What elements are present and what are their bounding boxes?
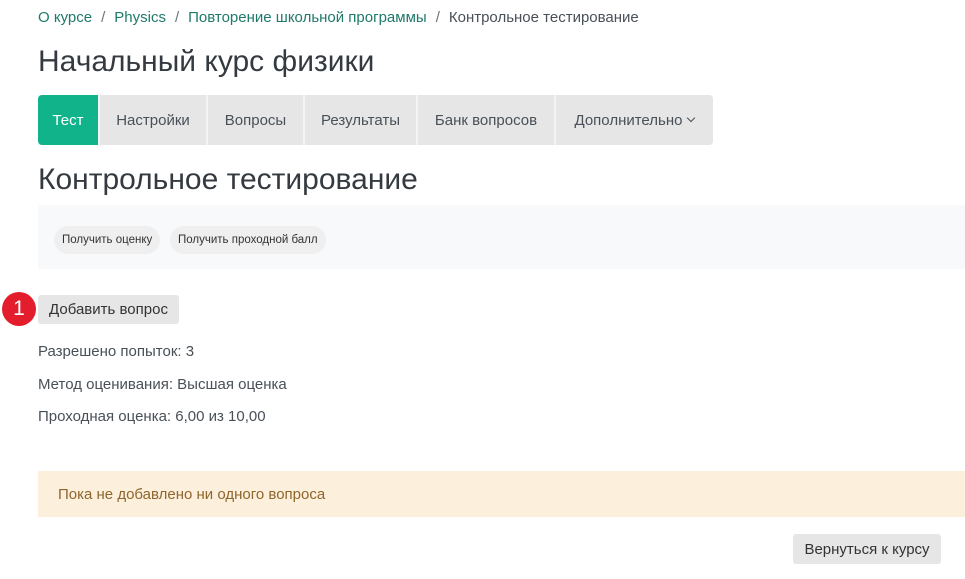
passing-grade-info: Проходная оценка: 6,00 из 10,00 (38, 408, 266, 425)
tab-label: Банк вопросов (434, 111, 538, 129)
page-title: Начальный курс физики (38, 45, 375, 78)
breadcrumb-separator: / (101, 8, 106, 26)
breadcrumb-link-course[interactable]: О курсе (38, 9, 92, 26)
breadcrumb-link-section[interactable]: Повторение школьной программы (188, 9, 427, 26)
breadcrumb-current: Контрольное тестирование (448, 8, 639, 26)
tab-settings[interactable]: Настройки (100, 95, 208, 145)
attempts-info: Разрешено попыток: 3 (38, 343, 195, 360)
grading-method-info: Метод оценивания: Высшая оценка (38, 376, 287, 393)
get-passing-grade-button[interactable]: Получить проходной балл (170, 226, 326, 254)
page: О курсе / Physics / Повторение школьной … (0, 0, 965, 579)
annotation-badge: 1 (2, 292, 36, 326)
chevron-down-icon (687, 113, 696, 123)
tab-quiz[interactable]: Тест (38, 95, 100, 145)
no-questions-alert: Пока не добавлено ни одного вопроса (38, 471, 965, 517)
add-question-button[interactable]: Добавить вопрос (38, 295, 179, 324)
breadcrumb-separator: / (435, 8, 440, 26)
breadcrumb: О курсе / Physics / Повторение школьной … (38, 7, 639, 27)
back-to-course-button[interactable]: Вернуться к курсу (793, 534, 941, 564)
tab-bar: Тест Настройки Вопросы Результаты Банк в… (38, 95, 713, 145)
get-grade-button[interactable]: Получить оценку (54, 226, 161, 254)
tab-questions[interactable]: Вопросы (208, 95, 305, 145)
tab-label: Результаты (321, 111, 400, 129)
tab-label: Вопросы (224, 111, 287, 129)
tab-label: Настройки (116, 111, 190, 129)
tab-label: Дополнительно (574, 111, 683, 129)
tab-question-bank[interactable]: Банк вопросов (418, 95, 556, 145)
tab-label: Тест (52, 111, 84, 129)
tab-more[interactable]: Дополнительно (556, 95, 713, 145)
breadcrumb-link-physics[interactable]: Physics (114, 9, 166, 26)
alert-text: Пока не добавлено ни одного вопроса (58, 485, 326, 503)
section-title: Контрольное тестирование (38, 163, 418, 196)
tab-results[interactable]: Результаты (305, 95, 418, 145)
actions-panel: Получить оценку Получить проходной балл (38, 205, 965, 269)
breadcrumb-separator: / (174, 8, 180, 26)
